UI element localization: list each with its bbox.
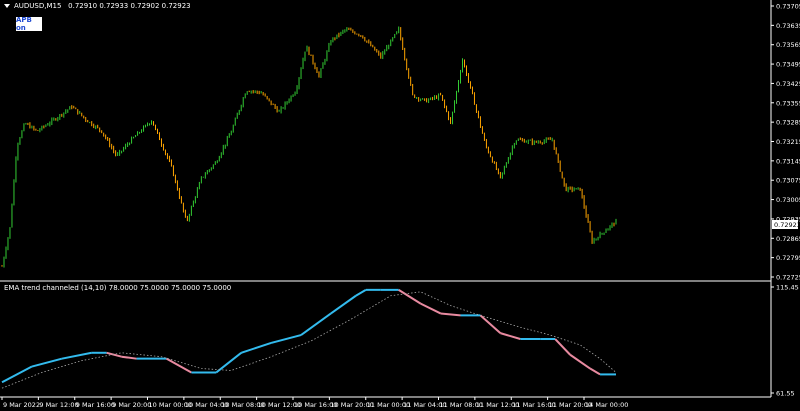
main-header: AUDUSD,M15 0.72910 0.72933 0.72902 0.729… — [14, 2, 191, 10]
time-tick-label: 9 Mar 16:00 — [76, 401, 115, 409]
ema-segment — [440, 312, 461, 317]
current-price-label: 0.72923 — [774, 221, 800, 229]
ema-segment — [121, 355, 137, 360]
price-tick-label: 0.73075 — [776, 177, 800, 185]
chart-frame — [0, 0, 772, 398]
indicator-tick-label: 115.45 — [776, 284, 799, 292]
price-tick-label: 0.73005 — [776, 196, 800, 204]
ema-segment — [300, 312, 332, 336]
ema-segment — [165, 357, 192, 374]
indicator-tick-label: 61.55 — [776, 390, 795, 398]
price-tick-label: 0.73285 — [776, 119, 800, 127]
candlestick-series — [1, 26, 617, 268]
chart-menu-triangle-icon[interactable] — [4, 4, 10, 8]
price-tick-label: 0.73145 — [776, 157, 800, 165]
apb-toggle-button[interactable]: APB on — [16, 16, 42, 32]
ema-segment — [270, 334, 302, 344]
ema-segment — [1, 365, 33, 384]
indicator-header: EMA trend channeled (14,10) 78.0000 75.0… — [4, 284, 232, 292]
ema-segment — [500, 332, 521, 340]
ema-segment — [240, 341, 272, 354]
ema-segment — [31, 357, 63, 368]
ema-segment — [420, 302, 442, 315]
time-tick-label: 14 Mar 00:00 — [585, 401, 628, 409]
price-tick-label: 0.73635 — [776, 22, 800, 30]
indicator-axis: 115.45 61.55 — [771, 284, 799, 398]
price-tick-label: 0.73215 — [776, 138, 800, 146]
indicator-series — [1, 288, 617, 389]
ema-segment — [554, 338, 571, 356]
time-axis: 9 Mar 2022 9 Mar 12:009 Mar 16:009 Mar 20… — [1, 397, 628, 409]
ema-segment — [569, 353, 591, 370]
price-tick-label: 0.73355 — [776, 99, 800, 107]
price-axis: 0.73705 0.73635 0.73565 0.73495 0.73425 0.733… — [771, 3, 800, 282]
time-tick-label: 9 Mar 2022 — [3, 401, 40, 409]
price-tick-label: 0.73425 — [776, 80, 800, 88]
symbol-label: AUDUSD,M15 — [14, 2, 62, 10]
chart-canvas[interactable]: 0.73705 0.73635 0.73565 0.73495 0.73425 0.733… — [0, 0, 800, 411]
price-tick-label: 0.73495 — [776, 61, 800, 69]
ema-segment — [589, 367, 601, 376]
price-tick-label: 0.72865 — [776, 235, 800, 243]
ema-segment — [355, 288, 367, 297]
time-tick-label: 9 Mar 12:00 — [39, 401, 78, 409]
price-tick-label: 0.72795 — [776, 254, 800, 262]
ema-segment — [398, 289, 422, 305]
ema-segment — [61, 351, 92, 360]
price-tick-label: 0.73565 — [776, 41, 800, 49]
current-price-marker: 0.72923 — [772, 220, 800, 229]
price-tick-label: 0.72725 — [776, 274, 800, 282]
price-tick-label: 0.73705 — [776, 3, 800, 11]
ohlc-values: 0.72910 0.72933 0.72902 0.72923 — [68, 2, 191, 10]
ema-segment — [330, 294, 357, 315]
time-tick-label: 9 Mar 20:00 — [112, 401, 151, 409]
